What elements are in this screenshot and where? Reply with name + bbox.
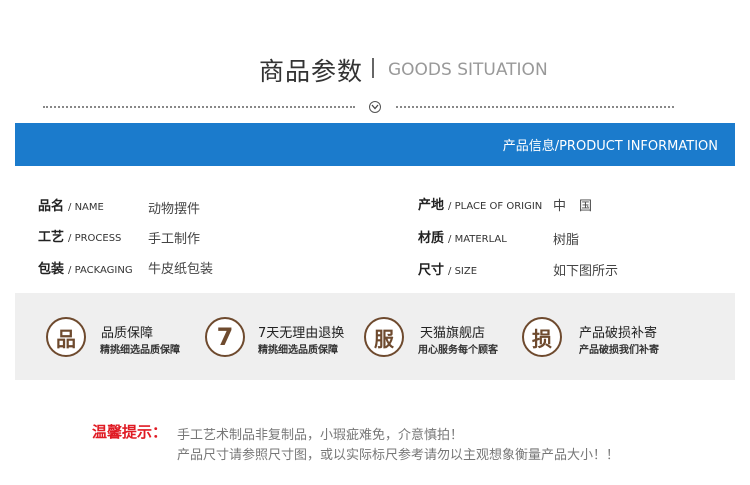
param-process-value: 手工制作 <box>148 232 201 247</box>
param-material-label-en: / MATERLAL <box>448 234 507 245</box>
title-divider <box>372 58 374 78</box>
param-name-value: 动物摆件 <box>148 202 201 217</box>
service-icon: 服 <box>364 317 404 357</box>
param-origin-label-en: / PLACE OF ORIGIN <box>448 201 543 212</box>
service-subtitle-quality: 精挑细选品质保障 <box>100 345 180 356</box>
param-packaging-label-cn: 包装 <box>38 262 65 277</box>
service-title-store: 天猫旗舰店 <box>420 326 486 341</box>
dotted-divider-right <box>396 106 674 108</box>
param-packaging-label: 包装 / PACKAGING <box>38 258 133 277</box>
damage-reship-icon: 损 <box>522 317 562 357</box>
notice-line-1: 手工艺术制品非复制品，小瑕疵难免，介意慎拍！ <box>177 428 464 443</box>
service-title-quality: 品质保障 <box>101 326 154 341</box>
param-size-value: 如下图所示 <box>553 264 619 279</box>
param-name-label-en: / NAME <box>68 202 104 213</box>
param-size-label: 尺寸 / SIZE <box>418 259 477 278</box>
notice-label: 温馨提示： <box>92 423 168 441</box>
param-size-label-en: / SIZE <box>448 266 478 277</box>
section-title: 商品参数 <box>259 57 364 86</box>
service-subtitle-return: 精挑细选品质保障 <box>258 345 338 356</box>
notice-line-2: 产品尺寸请参照尺寸图，或以实际标尺参考请勿以主观想象衡量产品大小！！ <box>177 448 620 463</box>
param-name-label: 品名 / NAME <box>38 195 104 214</box>
service-subtitle-store: 用心服务每个顾客 <box>418 345 498 356</box>
param-packaging-label-en: / PACKAGING <box>68 265 133 276</box>
section-subtitle: GOODS SITUATION <box>388 60 548 80</box>
param-material-label-cn: 材质 <box>418 231 445 246</box>
param-process-label: 工艺 / PROCESS <box>38 226 121 245</box>
param-packaging-value: 牛皮纸包装 <box>148 262 214 277</box>
chevron-down-icon <box>369 101 381 113</box>
service-subtitle-damage: 产品破损我们补寄 <box>579 345 659 356</box>
service-title-return: 7天无理由退换 <box>258 326 345 341</box>
param-name-label-cn: 品名 <box>38 199 65 214</box>
param-origin-label: 产地 / PLACE OF ORIGIN <box>418 194 542 213</box>
param-material-label: 材质 / MATERLAL <box>418 227 507 246</box>
quality-guarantee-icon: 品 <box>46 317 86 357</box>
param-material-value: 树脂 <box>553 233 580 248</box>
param-process-label-en: / PROCESS <box>68 233 122 244</box>
param-size-label-cn: 尺寸 <box>418 263 445 278</box>
param-origin-label-cn: 产地 <box>418 198 445 213</box>
param-origin-value: 中 国 <box>553 199 593 214</box>
banner-label: 产品信息/PRODUCT INFORMATION <box>502 139 718 154</box>
param-process-label-cn: 工艺 <box>38 230 65 245</box>
seven-day-return-icon: 7 <box>205 317 245 357</box>
service-title-damage: 产品破损补寄 <box>579 326 658 341</box>
dotted-divider-left <box>43 106 355 108</box>
product-info-banner: 产品信息/PRODUCT INFORMATION <box>15 123 735 166</box>
